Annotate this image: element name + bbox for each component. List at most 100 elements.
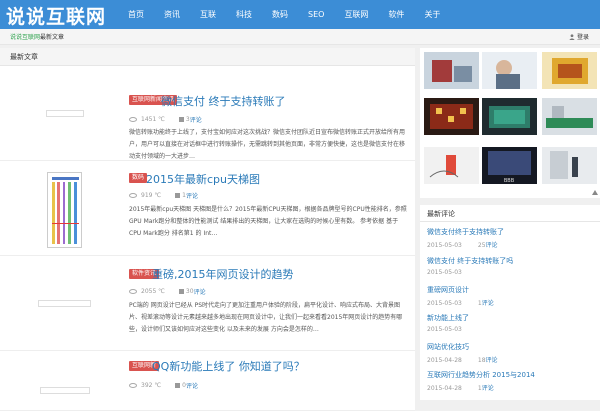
recent-date: 2015-05-03	[427, 326, 462, 333]
gallery-image-1[interactable]	[424, 52, 479, 89]
article-thumbnail[interactable]	[38, 300, 91, 307]
article-meta: 392 ℃ 0 评论	[129, 381, 198, 390]
view-count: 2055 ℃	[141, 288, 165, 295]
recent-title[interactable]: 网站优化技巧	[427, 342, 597, 352]
recent-title[interactable]: 互联网行业趋势分析 2015与2014	[427, 370, 597, 380]
top-header: 说说互联网 首页 资讯 互联 科技 数码 SEO 互联网 软件 关于	[0, 0, 600, 29]
recent-unit[interactable]: 评论	[486, 357, 498, 364]
breadcrumb-current: 最新文章	[40, 34, 65, 41]
view-count: 1451 ℃	[141, 116, 165, 123]
comment-icon	[175, 383, 181, 388]
gallery-image-7[interactable]	[424, 147, 479, 184]
list-item: 网站优化技巧 2015-04-28 18评论	[427, 342, 597, 364]
list-item: 新功能上线了 2015-05-03	[427, 313, 597, 333]
gallery-image-9[interactable]	[542, 147, 597, 184]
article-title[interactable]: 2015年最新cpu天梯图	[146, 171, 260, 187]
gallery-image-8[interactable]: BBB	[482, 147, 537, 184]
cpu-chart-image	[48, 173, 81, 247]
article-thumbnail[interactable]	[40, 387, 90, 394]
recent-meta: 2015-04-28 1评论	[427, 383, 597, 392]
article-list: 最新文章 互联网新闻资讯 微信支付 终于支持转账了 1451 ℃ 3 评论 微信转…	[0, 48, 415, 411]
nav-item-home[interactable]: 首页	[118, 0, 154, 29]
recent-title[interactable]: 新功能上线了	[427, 313, 597, 323]
eye-icon	[129, 193, 137, 198]
list-item: 互联网行业趋势分析 2015与2014 2015-04-28 1评论	[427, 370, 597, 392]
view-count: 392 ℃	[141, 382, 162, 389]
recent-date: 2015-04-28	[427, 385, 462, 392]
gallery-image-3[interactable]	[542, 52, 597, 89]
gallery-caption: BBB	[504, 178, 515, 184]
login-link[interactable]: 登录	[569, 32, 589, 41]
article-thumbnail[interactable]	[46, 110, 84, 117]
breadcrumb: 说说互联网最新文章	[10, 32, 64, 41]
article-excerpt: PC端的 网页设计已经从 PS时代走向了更加注重用户体验的阶段，扁平化设计、响应…	[129, 302, 403, 333]
gallery-image-4[interactable]	[424, 98, 479, 135]
recent-count: 25	[477, 242, 486, 249]
user-icon	[569, 34, 575, 40]
list-item: 互联网新 QQ新功能上线了 你知道了吗？ 392 ℃ 0 评论	[0, 351, 415, 411]
nav-item-tech[interactable]: 科技	[226, 0, 262, 29]
eye-icon	[129, 383, 137, 388]
breadcrumb-site[interactable]: 说说互联网	[10, 34, 40, 41]
gallery-image-6[interactable]	[542, 98, 597, 135]
article-excerpt: 微信转账功能终于上线了，支付宝如何应对这次挑战？微信支付团队近日宣布微信转账正式…	[129, 129, 406, 160]
eye-icon	[129, 289, 137, 294]
article-title[interactable]: 微信支付 终于支持转账了	[161, 93, 286, 109]
nav-item-software[interactable]: 软件	[378, 0, 414, 29]
article-list-title: 最新文章	[10, 53, 38, 61]
list-item: 重磅网页设计 2015-05-03 1评论	[427, 285, 597, 307]
article-thumbnail[interactable]	[47, 172, 82, 248]
comment-icon	[178, 117, 184, 122]
article-meta: 2055 ℃ 30 评论	[129, 287, 206, 296]
recent-comments-header: 最新评论	[420, 205, 600, 222]
image-gallery: BBB	[420, 48, 600, 198]
recent-comments-panel: 最新评论 微信支付终于支持转账了 2015-05-03 25评论 微信支付 终于支…	[420, 205, 600, 400]
gallery-image-5[interactable]	[482, 98, 537, 135]
nav-item-about[interactable]: 关于	[414, 0, 450, 29]
recent-meta: 2015-05-03 1评论	[427, 298, 597, 307]
recent-title[interactable]: 重磅网页设计	[427, 285, 597, 295]
recent-unit[interactable]: 评论	[482, 385, 494, 392]
comment-count: 30	[185, 288, 194, 295]
login-label: 登录	[576, 34, 589, 41]
recent-unit[interactable]: 评论	[482, 300, 494, 307]
nav-item-web[interactable]: 互联	[190, 0, 226, 29]
comment-link[interactable]: 评论	[190, 115, 202, 124]
article-title[interactable]: QQ新功能上线了 你知道了吗？	[152, 358, 305, 374]
site-logo[interactable]: 说说互联网	[6, 2, 106, 28]
article-list-header: 最新文章	[0, 48, 415, 66]
eye-icon	[129, 117, 137, 122]
comment-link[interactable]: 评论	[194, 287, 206, 296]
main-nav: 首页 资讯 互联 科技 数码 SEO 互联网 软件 关于	[118, 0, 450, 29]
list-item: 微信支付终于支持转账了 2015-05-03 25评论	[427, 227, 597, 249]
recent-meta: 2015-05-03	[427, 326, 597, 333]
list-item: 数码 2015年最新cpu天梯图 919 ℃ 1 评论 2015年最新cpu天梯图…	[0, 161, 415, 256]
nav-item-news[interactable]: 资讯	[154, 0, 190, 29]
nav-item-seo[interactable]: SEO	[298, 0, 334, 29]
sub-bar: 说说互联网最新文章 登录	[0, 29, 600, 45]
list-item: 软件资讯 重磅,2015年网页设计的趋势 2055 ℃ 30 评论 PC端的 网页…	[0, 256, 415, 351]
recent-count: 18	[477, 357, 486, 364]
recent-comments-title: 最新评论	[427, 210, 455, 218]
category-badge[interactable]: 数码	[129, 173, 148, 183]
view-count: 919 ℃	[141, 192, 162, 199]
nav-item-digital[interactable]: 数码	[262, 0, 298, 29]
comment-icon	[178, 289, 184, 294]
comment-link[interactable]: 评论	[186, 381, 198, 390]
recent-date: 2015-04-28	[427, 357, 462, 364]
article-meta: 1451 ℃ 3 评论	[129, 115, 202, 124]
recent-title[interactable]: 微信支付 终于支持转账了吗	[427, 256, 597, 266]
gallery-image-2[interactable]	[482, 52, 537, 89]
recent-meta: 2015-05-03	[427, 269, 597, 276]
article-meta: 919 ℃ 1 评论	[129, 191, 198, 200]
recent-date: 2015-05-03	[427, 242, 462, 249]
recent-unit[interactable]: 评论	[486, 242, 498, 249]
recent-meta: 2015-04-28 18评论	[427, 355, 597, 364]
comment-link[interactable]: 评论	[186, 191, 198, 200]
recent-title[interactable]: 微信支付终于支持转账了	[427, 227, 597, 237]
article-excerpt: 2015年最新cpu天梯图 天梯图是什么？2015年最新CPU天梯图，根据各品牌…	[129, 206, 407, 237]
nav-item-internet[interactable]: 互联网	[334, 0, 378, 29]
article-title[interactable]: 重磅,2015年网页设计的趋势	[152, 266, 294, 282]
recent-meta: 2015-05-03 25评论	[427, 240, 597, 249]
list-item: 互联网新闻资讯 微信支付 终于支持转账了 1451 ℃ 3 评论 微信转账功能终于…	[0, 66, 415, 161]
